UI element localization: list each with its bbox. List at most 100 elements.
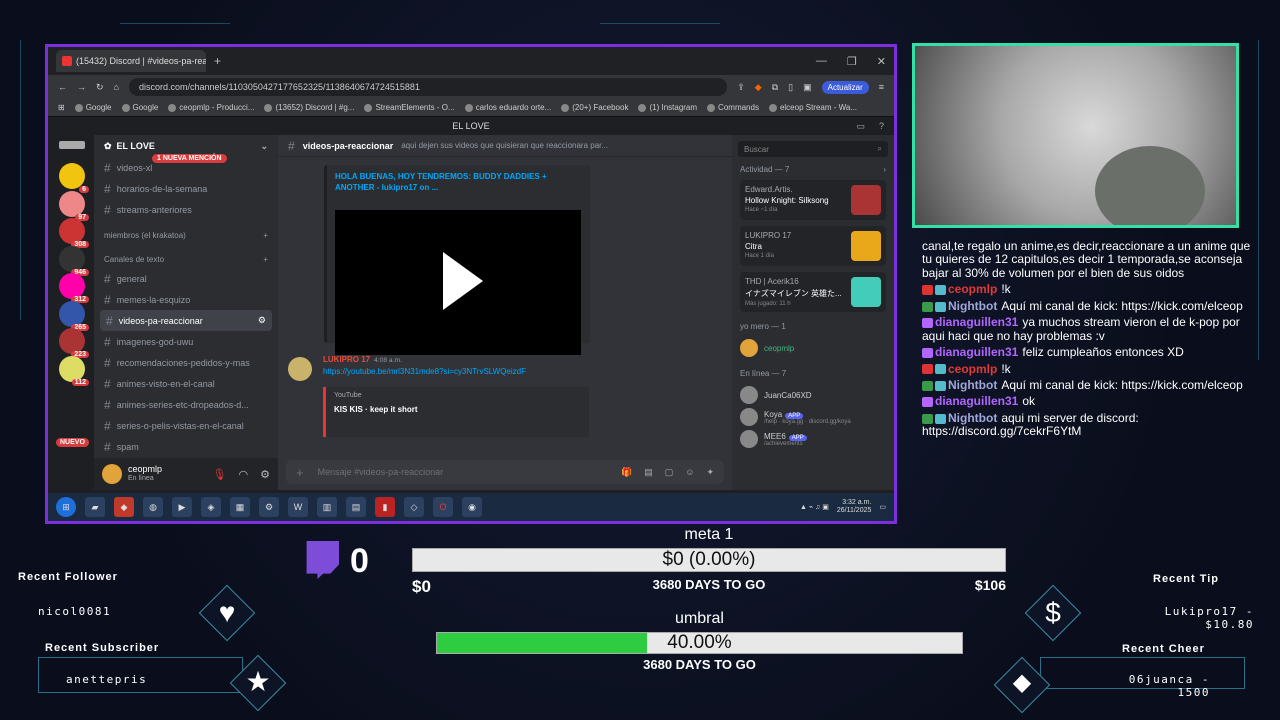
start-icon[interactable]: ⊞ <box>56 497 76 517</box>
channel-streams-anteriores[interactable]: # streams-anteriores <box>94 199 278 220</box>
app-icon[interactable]: ▥ <box>317 497 337 517</box>
shield-icon[interactable]: ◇ <box>404 497 424 517</box>
tab-discord[interactable]: (15432) Discord | #videos-pa-rea✕ <box>56 50 206 72</box>
category-members[interactable]: miembros (el krakatoa) + <box>94 220 278 244</box>
avatar[interactable] <box>288 357 312 381</box>
bookmark-item[interactable]: ceopmlp - Producci... <box>168 103 254 112</box>
inbox-icon[interactable]: ▭ <box>856 121 865 132</box>
back-icon[interactable]: ← <box>58 82 67 92</box>
message-link[interactable]: https://youtube.be/mrl3N31mde8?si=cy3NTr… <box>323 367 712 376</box>
play-icon[interactable] <box>443 252 483 310</box>
forward-icon[interactable]: → <box>77 82 86 92</box>
brave-shield-icon[interactable]: ◆ <box>755 82 762 93</box>
bookmark-item[interactable]: Commands <box>707 103 759 112</box>
brave-icon[interactable]: ◆ <box>114 497 134 517</box>
member-item[interactable]: MEE6 APP/achievements <box>732 428 894 450</box>
gif-icon[interactable]: ▤ <box>644 467 653 478</box>
channel-horarios-de-la-semana[interactable]: # horarios-de-la-semana <box>94 178 278 199</box>
bookmark-item[interactable]: carlos eduardo orte... <box>464 103 551 112</box>
new-tab-icon[interactable]: + <box>214 54 221 68</box>
maximize-icon[interactable]: ❐ <box>847 55 857 68</box>
tray-icons[interactable]: ▲ ⌁ ♫ ▣ <box>800 503 829 511</box>
server-icon[interactable]: 265 <box>59 300 89 331</box>
menu-icon[interactable]: ≡ <box>879 82 884 92</box>
folder-icon[interactable]: ▰ <box>85 497 105 517</box>
extensions-icon[interactable]: ⧉ <box>772 82 778 93</box>
member-item[interactable]: JuanCa06XD <box>732 384 894 406</box>
server-icon[interactable]: 312 <box>59 273 89 303</box>
channel-animes-visto-en-el-canal[interactable]: # animes-visto-en-el-canal <box>94 373 278 394</box>
apps-icon[interactable]: ✦ <box>706 467 714 478</box>
obs-icon[interactable]: ◉ <box>462 497 482 517</box>
member-item[interactable]: Koya APP/help · koya.gg · discord.gg/koya <box>732 406 894 428</box>
bookmark-item[interactable]: StreamElements - O... <box>364 103 455 112</box>
apps-grid-icon[interactable]: ⊞ <box>58 103 65 112</box>
media-icon[interactable]: ▶ <box>172 497 192 517</box>
channel-settings-icon[interactable]: ⚙ <box>258 315 266 326</box>
notifications-icon[interactable]: ▭ <box>879 503 886 511</box>
reload-icon[interactable]: ↻ <box>96 82 104 93</box>
channel-general[interactable]: # general <box>94 268 278 289</box>
avatar[interactable] <box>102 464 122 484</box>
server-icon[interactable]: 308 <box>59 218 89 248</box>
server-icon[interactable]: 6 <box>59 163 89 193</box>
youtube-title[interactable]: KIS KIS · keep it short <box>334 405 581 414</box>
server-icon[interactable]: 946 <box>59 245 89 276</box>
channel-spam[interactable]: # spam <box>94 436 278 457</box>
bookmark-item[interactable]: (13652) Discord | #g... <box>264 103 354 112</box>
app-icon[interactable]: ▮ <box>375 497 395 517</box>
sidebar-icon[interactable]: ▯ <box>788 82 793 93</box>
headset-icon[interactable]: ◠ <box>239 468 249 481</box>
channel-series-o-pelis-vistas-en-el-canal[interactable]: # series-o-pelis-vistas-en-el-canal <box>94 415 278 436</box>
add-channel-icon[interactable]: + <box>263 231 268 240</box>
bookmark-icon[interactable]: ⌂ <box>114 82 119 92</box>
video-player[interactable] <box>335 210 581 355</box>
activity-card[interactable]: Edward.Artis. Hollow Knight: Silksong Hace… <box>740 180 886 220</box>
app-icon[interactable]: ▤ <box>346 497 366 517</box>
opera-icon[interactable]: O <box>433 497 453 517</box>
message-composer[interactable]: + Mensaje #videos-pa-reaccionar 🎁 ▤ ▢ ☺ ✦ <box>286 460 724 484</box>
channel-animes-series-etc-dropeados-d...[interactable]: # animes-series-etc-dropeados-d... <box>94 394 278 415</box>
firefox-icon[interactable]: ◍ <box>143 497 163 517</box>
word-icon[interactable]: W <box>288 497 308 517</box>
message-input[interactable]: Mensaje #videos-pa-reaccionar <box>318 467 444 477</box>
wallet-icon[interactable]: ▣ <box>803 82 812 93</box>
category-text[interactable]: Canales de texto + <box>94 244 278 268</box>
help-icon[interactable]: ? <box>879 121 884 132</box>
bookmark-item[interactable]: elceop Stream - Wa... <box>768 103 857 112</box>
close-window-icon[interactable]: ✕ <box>877 55 886 68</box>
channel-recomendaciones-pedidos-y-mas[interactable]: # recomendaciones-pedidos-y-mas <box>94 352 278 373</box>
bookmark-item[interactable]: (20+) Facebook <box>561 103 628 112</box>
member-item[interactable]: ceopmlp <box>732 337 894 359</box>
server-icon[interactable]: 223 <box>59 328 89 358</box>
bookmark-item[interactable]: Google <box>121 103 158 112</box>
emoji-icon[interactable]: ☺ <box>685 467 694 478</box>
settings-icon[interactable]: ⚙ <box>259 497 279 517</box>
chevron-right-icon[interactable]: › <box>883 165 886 174</box>
home-icon[interactable] <box>59 141 85 149</box>
minimize-icon[interactable]: — <box>816 55 827 68</box>
message-author[interactable]: LUKIPRO 17 <box>323 355 370 364</box>
app-icon[interactable]: ▦ <box>230 497 250 517</box>
server-icon[interactable]: 112 <box>59 355 89 386</box>
gear-icon[interactable]: ⚙ <box>260 468 270 481</box>
channel-memes-la-esquizo[interactable]: # memes-la-esquizo <box>94 289 278 310</box>
attach-icon[interactable]: + <box>296 465 304 480</box>
mention-badge[interactable]: 1 NUEVA MENCIÓN <box>152 154 227 163</box>
sticker-icon[interactable]: ▢ <box>665 467 674 478</box>
bookmark-item[interactable]: (1) Instagram <box>638 103 697 112</box>
search-input[interactable]: Buscar ⌕ <box>738 141 888 157</box>
activity-card[interactable]: THD | Acerik16 イナズマイレブン 英雄た... Más jugado:… <box>740 272 886 312</box>
bookmark-item[interactable]: Google <box>74 103 112 112</box>
app-icon[interactable]: ◈ <box>201 497 221 517</box>
share-icon[interactable]: ⇪ <box>737 82 745 93</box>
gift-icon[interactable]: 🎁 <box>621 467 632 478</box>
activity-card[interactable]: LUKIPRO 17 Citra Hace 1 día <box>740 226 886 266</box>
mute-icon[interactable]: 🎙 <box>213 468 227 481</box>
channel-videos-pa-reaccionar[interactable]: # videos-pa-reaccionar ⚙ <box>100 310 272 331</box>
add-channel-icon[interactable]: + <box>263 255 268 264</box>
server-icon[interactable]: 97 <box>59 190 89 221</box>
url-field[interactable]: discord.com/channels/1103050427177652325… <box>128 78 728 96</box>
embed-title[interactable]: HOLA BUENAS, HOY TENDREMOS: BUDDY DADDIE… <box>335 171 582 193</box>
channel-imagenes-god-uwu[interactable]: # imagenes-god-uwu <box>94 331 278 352</box>
